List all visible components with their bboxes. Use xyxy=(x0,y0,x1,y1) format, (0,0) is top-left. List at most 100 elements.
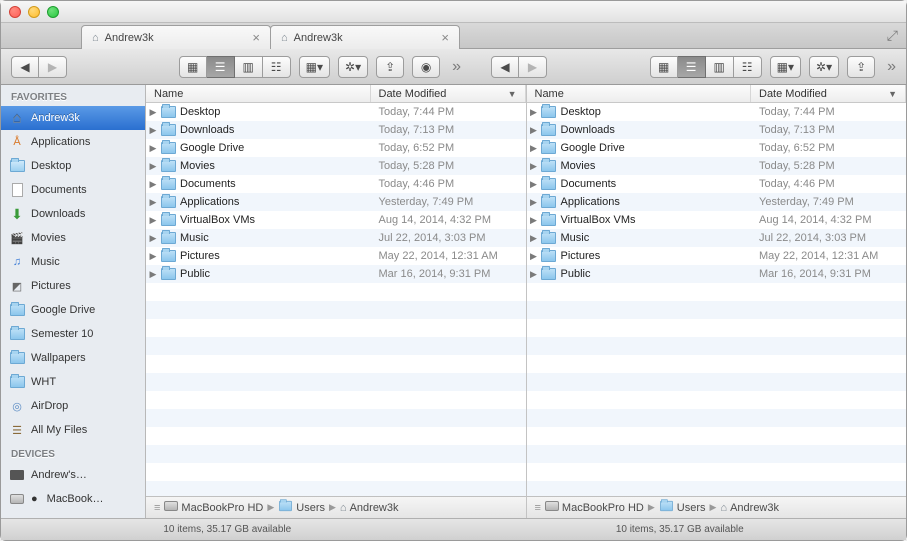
sidebar-item-wht[interactable]: WHT xyxy=(1,370,145,394)
sidebar-item-downloads[interactable]: ⬇Downloads xyxy=(1,202,145,226)
file-row[interactable]: ▶MoviesToday, 5:28 PM xyxy=(146,157,526,175)
path-component[interactable]: ⌂Andrew3k xyxy=(340,502,399,514)
file-row[interactable]: ▶DownloadsToday, 7:13 PM xyxy=(146,121,526,139)
arrange-button[interactable]: ▦▾ xyxy=(770,56,801,78)
file-list[interactable]: ▶DesktopToday, 7:44 PM▶DownloadsToday, 7… xyxy=(146,103,526,496)
file-row[interactable] xyxy=(527,409,907,427)
action-button[interactable]: ✲▾ xyxy=(809,56,839,78)
sidebar-item-documents[interactable]: Documents xyxy=(1,178,145,202)
coverflow-view-button[interactable]: ☷ xyxy=(263,56,291,78)
file-row[interactable]: ▶PicturesMay 22, 2014, 12:31 AM xyxy=(527,247,907,265)
path-component[interactable]: MacBookPro HD xyxy=(164,501,263,514)
file-row[interactable] xyxy=(146,355,526,373)
file-row[interactable] xyxy=(527,319,907,337)
sidebar-item-semester-10[interactable]: Semester 10 xyxy=(1,322,145,346)
file-row[interactable]: ▶VirtualBox VMsAug 14, 2014, 4:32 PM xyxy=(527,211,907,229)
back-button[interactable]: ◀ xyxy=(491,56,519,78)
file-row[interactable] xyxy=(146,427,526,445)
file-row[interactable]: ▶Google DriveToday, 6:52 PM xyxy=(146,139,526,157)
disclosure-triangle-icon[interactable]: ▶ xyxy=(527,269,541,280)
file-row[interactable]: ▶PicturesMay 22, 2014, 12:31 AM xyxy=(146,247,526,265)
tab[interactable]: ⌂ Andrew3k × xyxy=(270,25,460,49)
file-row[interactable]: ▶DocumentsToday, 4:46 PM xyxy=(527,175,907,193)
disclosure-triangle-icon[interactable]: ▶ xyxy=(527,125,541,136)
share-button[interactable]: ⇪ xyxy=(847,56,875,78)
file-row[interactable]: ▶DesktopToday, 7:44 PM xyxy=(527,103,907,121)
disclosure-triangle-icon[interactable]: ▶ xyxy=(527,107,541,118)
file-row[interactable] xyxy=(527,427,907,445)
action-button[interactable]: ✲▾ xyxy=(338,56,368,78)
disclosure-triangle-icon[interactable]: ▶ xyxy=(527,215,541,226)
sidebar-item-applications[interactable]: ÅApplications xyxy=(1,130,145,154)
sidebar-item-google-drive[interactable]: Google Drive xyxy=(1,298,145,322)
fullscreen-icon[interactable]: ⤢ xyxy=(887,27,898,44)
disclosure-triangle-icon[interactable]: ▶ xyxy=(146,107,160,118)
sidebar-item-andrew3k[interactable]: ⌂Andrew3k xyxy=(1,106,145,130)
icon-view-button[interactable]: ▦ xyxy=(179,56,207,78)
minimize-window-button[interactable] xyxy=(28,6,40,18)
path-component[interactable]: Users xyxy=(659,500,706,515)
path-component[interactable]: ⌂Andrew3k xyxy=(720,502,779,514)
new-tab-button[interactable] xyxy=(459,25,483,48)
coverflow-view-button[interactable]: ☷ xyxy=(734,56,762,78)
tags-button[interactable]: ◉ xyxy=(412,56,440,78)
file-row[interactable]: ▶DesktopToday, 7:44 PM xyxy=(146,103,526,121)
path-resize-icon[interactable]: ≡ xyxy=(535,502,541,514)
back-button[interactable]: ◀ xyxy=(11,56,39,78)
sidebar-device[interactable]: ●MacBook… xyxy=(1,487,145,511)
file-row[interactable] xyxy=(146,463,526,481)
disclosure-triangle-icon[interactable]: ▶ xyxy=(527,251,541,262)
file-row[interactable] xyxy=(527,463,907,481)
close-tab-icon[interactable]: × xyxy=(441,30,449,45)
disclosure-triangle-icon[interactable]: ▶ xyxy=(146,161,160,172)
overflow-icon[interactable]: » xyxy=(452,58,461,76)
path-component[interactable]: Users xyxy=(278,500,325,515)
file-row[interactable] xyxy=(146,283,526,301)
file-row[interactable] xyxy=(527,355,907,373)
sidebar-item-music[interactable]: ♫Music xyxy=(1,250,145,274)
forward-button[interactable]: ▶ xyxy=(39,56,67,78)
file-row[interactable]: ▶DocumentsToday, 4:46 PM xyxy=(146,175,526,193)
path-component[interactable]: MacBookPro HD xyxy=(545,501,644,514)
disclosure-triangle-icon[interactable]: ▶ xyxy=(146,215,160,226)
name-column-header[interactable]: Name xyxy=(146,85,371,102)
column-view-button[interactable]: ▥ xyxy=(706,56,734,78)
file-row[interactable] xyxy=(146,409,526,427)
file-row[interactable]: ▶MusicJul 22, 2014, 3:03 PM xyxy=(527,229,907,247)
file-row[interactable] xyxy=(527,337,907,355)
disclosure-triangle-icon[interactable]: ▶ xyxy=(527,233,541,244)
icon-view-button[interactable]: ▦ xyxy=(650,56,678,78)
file-row[interactable] xyxy=(146,445,526,463)
file-row[interactable] xyxy=(146,301,526,319)
overflow-icon[interactable]: » xyxy=(887,58,896,76)
file-list[interactable]: ▶DesktopToday, 7:44 PM▶DownloadsToday, 7… xyxy=(527,103,907,496)
forward-button[interactable]: ▶ xyxy=(519,56,547,78)
list-view-button[interactable]: ☰ xyxy=(678,56,706,78)
file-row[interactable] xyxy=(146,481,526,496)
share-button[interactable]: ⇪ xyxy=(376,56,404,78)
tab[interactable]: ⌂ Andrew3k × xyxy=(81,25,271,49)
file-row[interactable]: ▶PublicMar 16, 2014, 9:31 PM xyxy=(146,265,526,283)
file-row[interactable]: ▶Google DriveToday, 6:52 PM xyxy=(527,139,907,157)
file-row[interactable]: ▶VirtualBox VMsAug 14, 2014, 4:32 PM xyxy=(146,211,526,229)
sidebar-item-movies[interactable]: 🎬Movies xyxy=(1,226,145,250)
file-row[interactable]: ▶ApplicationsYesterday, 7:49 PM xyxy=(146,193,526,211)
file-row[interactable] xyxy=(527,373,907,391)
disclosure-triangle-icon[interactable]: ▶ xyxy=(146,143,160,154)
close-window-button[interactable] xyxy=(9,6,21,18)
sidebar-device[interactable]: Andrew's… xyxy=(1,463,145,487)
path-resize-icon[interactable]: ≡ xyxy=(154,502,160,514)
sidebar-item-desktop[interactable]: Desktop xyxy=(1,154,145,178)
column-view-button[interactable]: ▥ xyxy=(235,56,263,78)
file-row[interactable] xyxy=(527,301,907,319)
disclosure-triangle-icon[interactable]: ▶ xyxy=(527,143,541,154)
sidebar-item-all-my-files[interactable]: ☰All My Files xyxy=(1,418,145,442)
disclosure-triangle-icon[interactable]: ▶ xyxy=(527,161,541,172)
sidebar-item-pictures[interactable]: ◩Pictures xyxy=(1,274,145,298)
disclosure-triangle-icon[interactable]: ▶ xyxy=(527,179,541,190)
disclosure-triangle-icon[interactable]: ▶ xyxy=(146,269,160,280)
date-column-header[interactable]: Date Modified▼ xyxy=(371,85,526,102)
sidebar-item-airdrop[interactable]: ◎AirDrop xyxy=(1,394,145,418)
arrange-button[interactable]: ▦▾ xyxy=(299,56,330,78)
sidebar-device[interactable]: XtraFinder⏏ xyxy=(1,511,145,518)
